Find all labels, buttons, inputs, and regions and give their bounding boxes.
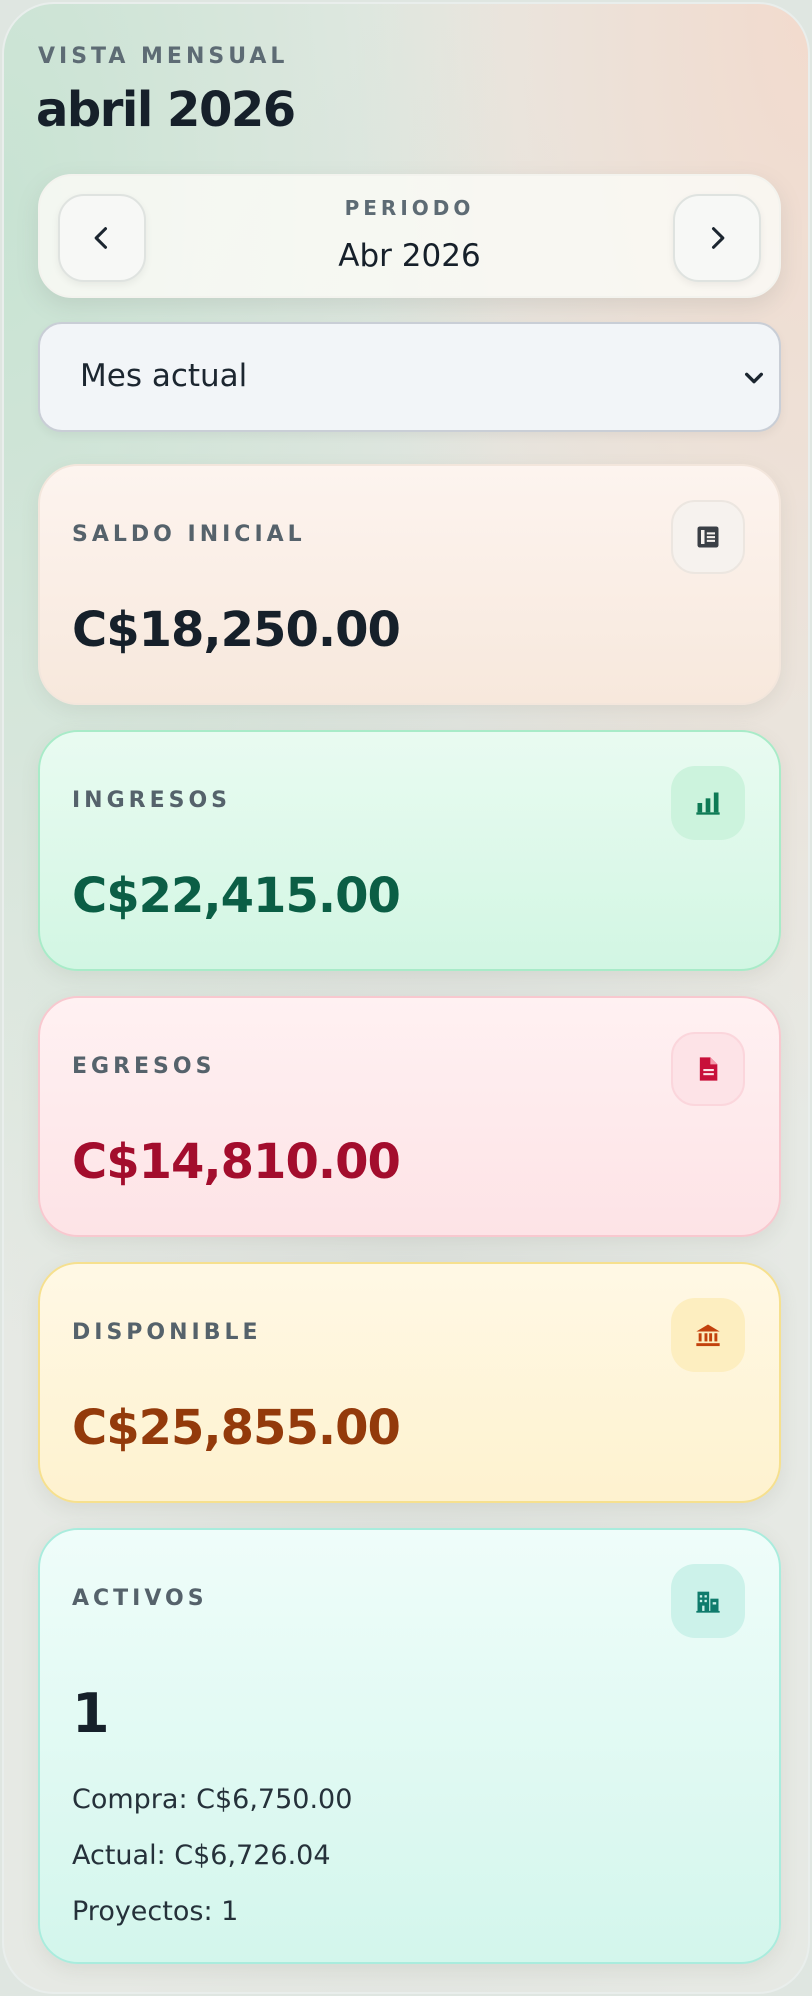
bank-icon: [671, 1298, 745, 1372]
period-value: Abr 2026: [338, 238, 481, 274]
buildings-icon: [671, 1564, 745, 1638]
card-ingresos: INGRESOS C$22,415.00: [38, 730, 781, 971]
card-label: EGRESOS: [72, 1054, 216, 1079]
chevron-right-icon: [711, 227, 725, 249]
card-label: DISPONIBLE: [72, 1320, 262, 1345]
card-value: C$18,250.00: [72, 602, 401, 658]
card-label: INGRESOS: [72, 788, 232, 813]
bar-chart-icon: [671, 766, 745, 840]
period-label: PERIODO: [344, 196, 475, 220]
period-selector: PERIODO Abr 2026: [38, 174, 781, 298]
asset-current-value: Actual: C$6,726.04: [72, 1840, 331, 1871]
view-eyebrow: VISTA MENSUAL: [38, 44, 289, 69]
page-title: abril 2026: [36, 82, 296, 138]
asset-projects-count: Proyectos: 1: [72, 1896, 239, 1927]
card-label: SALDO INICIAL: [72, 522, 306, 547]
next-period-button[interactable]: [673, 194, 761, 282]
card-value: C$14,810.00: [72, 1134, 401, 1190]
chevron-down-icon: [745, 372, 763, 384]
range-select[interactable]: Mes actual: [38, 322, 781, 432]
asset-purchase-value: Compra: C$6,750.00: [72, 1784, 353, 1815]
card-disponible: DISPONIBLE C$25,855.00: [38, 1262, 781, 1503]
card-value: C$22,415.00: [72, 868, 401, 924]
card-egresos: EGRESOS C$14,810.00: [38, 996, 781, 1237]
card-label: ACTIVOS: [72, 1586, 208, 1611]
app-screen: VISTA MENSUAL abril 2026 PERIODO Abr 202…: [2, 2, 810, 1994]
range-select-value: Mes actual: [80, 358, 248, 394]
card-value: C$25,855.00: [72, 1400, 401, 1456]
ledger-icon: [671, 500, 745, 574]
card-value: 1: [72, 1682, 110, 1745]
document-icon: [671, 1032, 745, 1106]
card-activos: ACTIVOS 1 Compra: C$6,750.00 Actual: C$6…: [38, 1528, 781, 1964]
card-saldo-inicial: SALDO INICIAL C$18,250.00: [38, 464, 781, 705]
